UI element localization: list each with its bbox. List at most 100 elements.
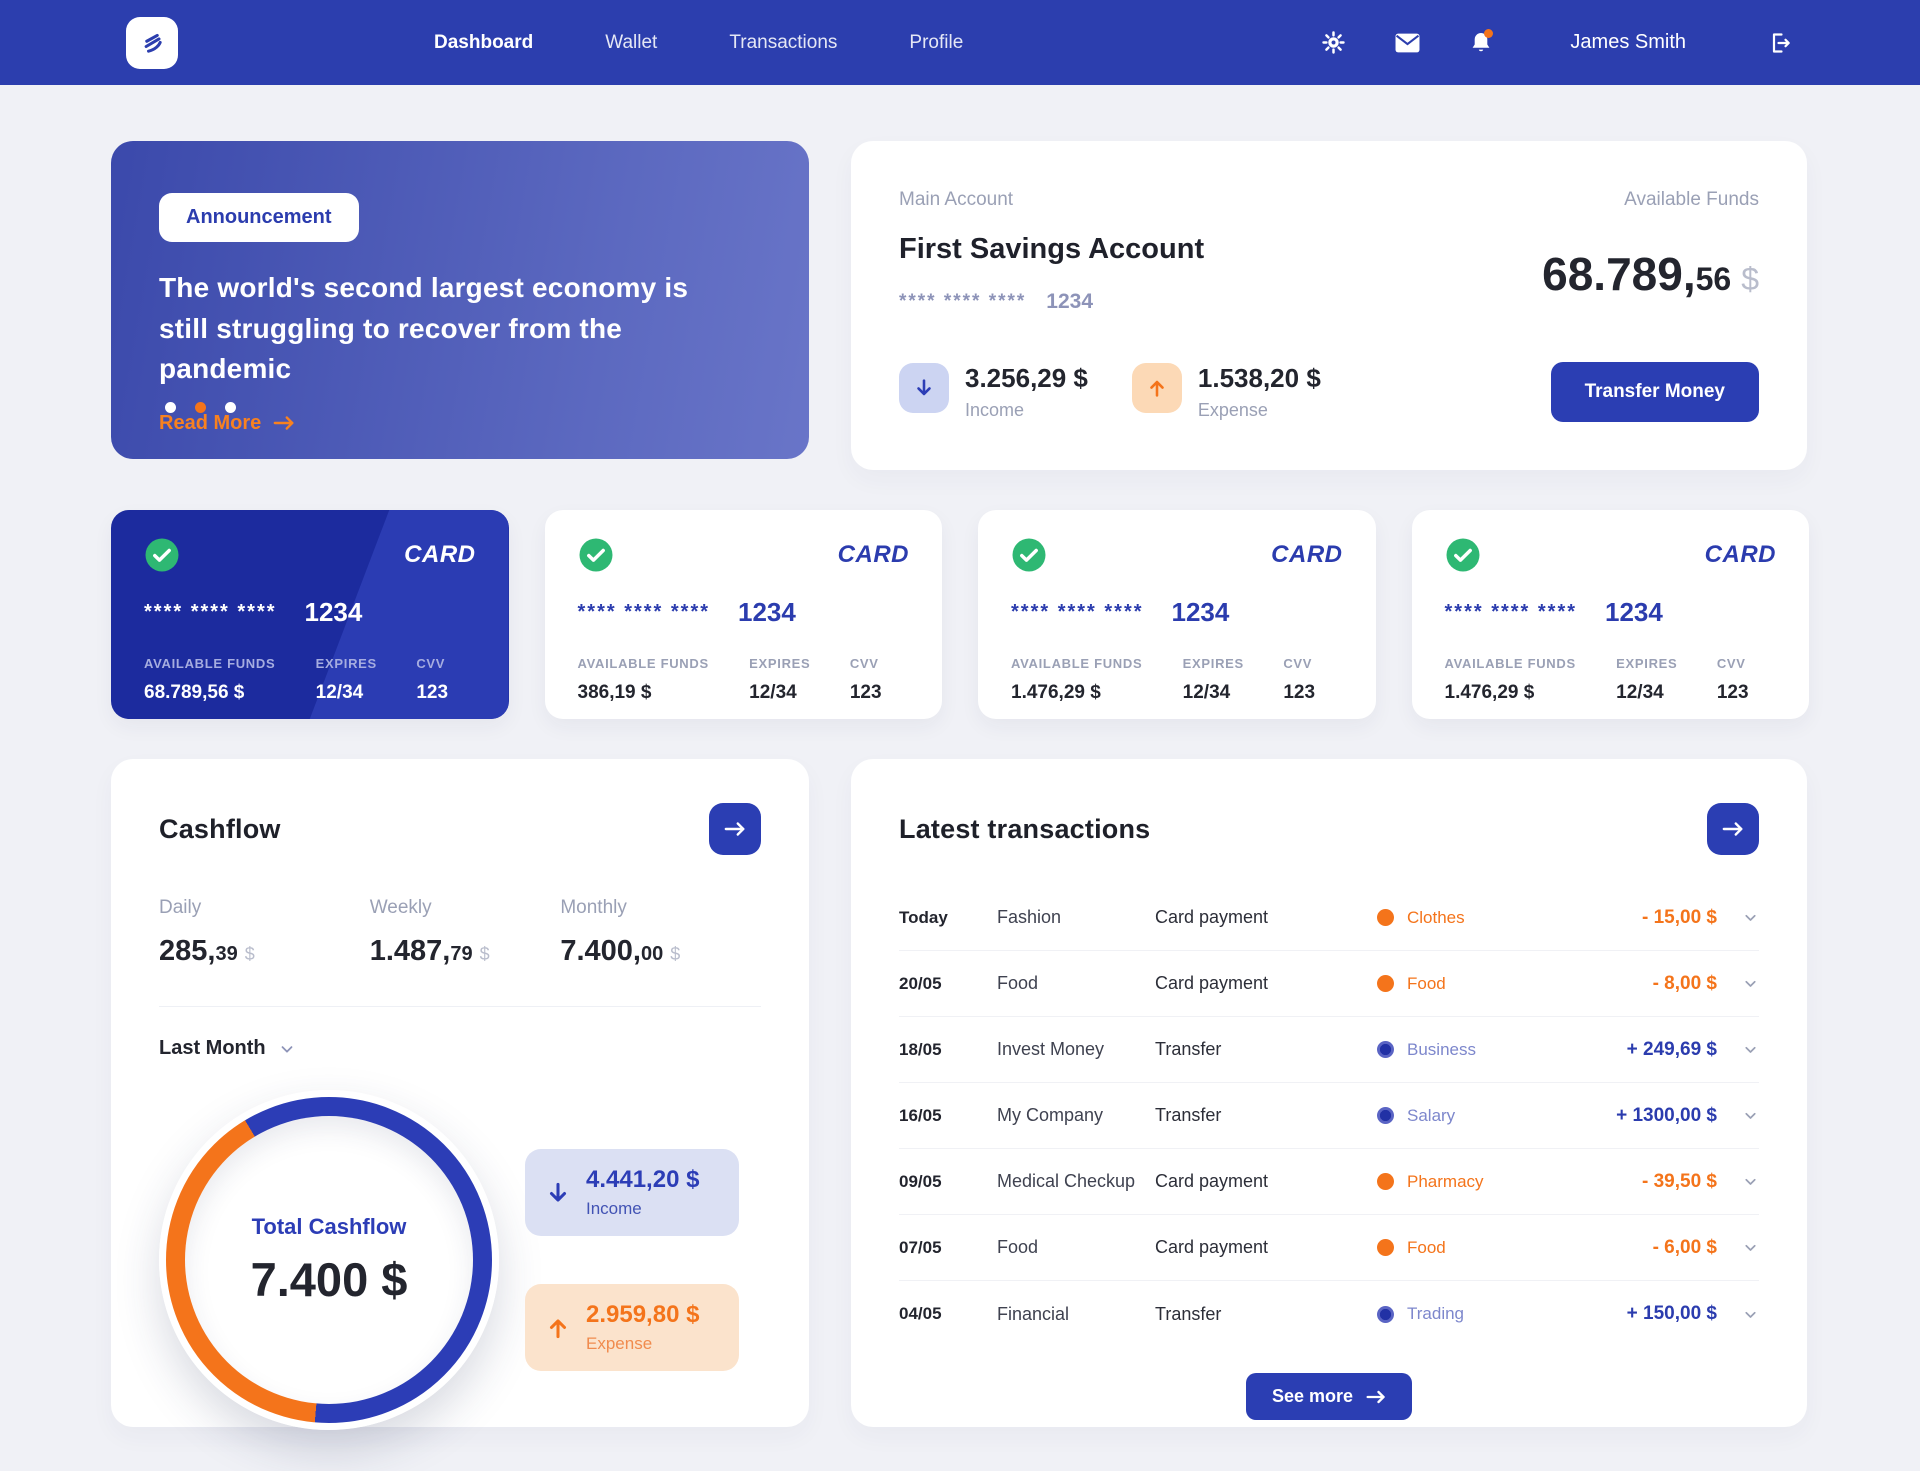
- chevron-down-icon[interactable]: [1742, 1239, 1759, 1256]
- chevron-down-icon[interactable]: [1742, 1107, 1759, 1124]
- transaction-name: Food: [997, 973, 1155, 994]
- transaction-amount: - 39,50 $: [1565, 1171, 1717, 1193]
- read-more-link[interactable]: Read More: [159, 412, 295, 435]
- transactions-details-button[interactable]: [1707, 803, 1759, 855]
- transaction-category: Pharmacy: [1377, 1172, 1565, 1192]
- expense-summary: 1.538,20 $ Expense: [1132, 363, 1321, 421]
- period-value: 285,: [159, 935, 215, 967]
- expense-chip-label: Expense: [586, 1334, 699, 1354]
- filter-label: Last Month: [159, 1037, 266, 1060]
- category-label: Business: [1407, 1040, 1476, 1060]
- cashflow-details-button[interactable]: [709, 803, 761, 855]
- card-last4: 1234: [1605, 597, 1663, 628]
- card-brand: CARD: [404, 541, 475, 569]
- nav-item-dashboard[interactable]: Dashboard: [434, 32, 533, 54]
- transactions-title: Latest transactions: [899, 814, 1150, 845]
- expires-label: EXPIRES: [316, 656, 417, 671]
- chevron-down-icon[interactable]: [1742, 1306, 1759, 1323]
- navbar-right: James Smith: [1272, 31, 1792, 55]
- user-name[interactable]: James Smith: [1570, 31, 1686, 54]
- see-more-button[interactable]: See more: [1246, 1373, 1412, 1420]
- chevron-down-icon[interactable]: [1742, 1173, 1759, 1190]
- chevron-down-icon[interactable]: [1742, 1041, 1759, 1058]
- funds-value: 386,19 $: [578, 682, 750, 704]
- settings-gear-icon[interactable]: [1322, 31, 1345, 54]
- carousel-dot-1[interactable]: [165, 402, 176, 413]
- category-dot: [1377, 1239, 1394, 1256]
- transaction-row[interactable]: Today Fashion Card payment Clothes - 15,…: [899, 885, 1759, 951]
- period-weekly: Weekly 1.487,79$: [370, 897, 561, 968]
- period-label: Weekly: [370, 897, 561, 919]
- expense-label: Expense: [1198, 400, 1321, 421]
- transaction-row[interactable]: 07/05 Food Card payment Food - 6,00 $: [899, 1215, 1759, 1281]
- cvv-value: 123: [1283, 682, 1342, 704]
- chevron-down-icon[interactable]: [1742, 975, 1759, 992]
- funds-label: AVAILABLE FUNDS: [1011, 656, 1183, 671]
- category-dot: [1377, 1107, 1394, 1124]
- transaction-row[interactable]: 04/05 Financial Transfer Trading + 150,0…: [899, 1281, 1759, 1347]
- logout-icon[interactable]: [1768, 31, 1792, 55]
- category-dot: [1377, 909, 1394, 926]
- income-arrow-down-icon: [899, 363, 949, 413]
- chevron-down-icon: [278, 1040, 296, 1058]
- transaction-row[interactable]: 09/05 Medical Checkup Card payment Pharm…: [899, 1149, 1759, 1215]
- period-filter-dropdown[interactable]: Last Month: [159, 1037, 296, 1060]
- period-fraction: 79: [450, 943, 472, 965]
- transaction-category: Food: [1377, 1238, 1565, 1258]
- transaction-name: Medical Checkup: [997, 1171, 1155, 1192]
- transaction-name: Financial: [997, 1304, 1155, 1325]
- expires-label: EXPIRES: [749, 656, 850, 671]
- verified-check-icon: [144, 537, 180, 573]
- transaction-row[interactable]: 18/05 Invest Money Transfer Business + 2…: [899, 1017, 1759, 1083]
- bank-card[interactable]: CARD **** **** **** 1234 AVAILABLE FUNDS…: [1412, 510, 1810, 719]
- transaction-row[interactable]: 20/05 Food Card payment Food - 8,00 $: [899, 951, 1759, 1017]
- carousel-dot-3[interactable]: [225, 402, 236, 413]
- period-label: Daily: [159, 897, 370, 919]
- card-last4: 1234: [1172, 597, 1230, 628]
- bank-card-active[interactable]: CARD **** **** **** 1234 AVAILABLE FUNDS…: [111, 510, 509, 719]
- brand-logo[interactable]: [126, 17, 178, 69]
- category-dot: [1377, 1041, 1394, 1058]
- donut-center-value: 7.400 $: [251, 1252, 408, 1307]
- transaction-type: Card payment: [1155, 973, 1377, 994]
- cashflow-donut-chart: Total Cashflow 7.400 $: [159, 1090, 499, 1430]
- card-last4: 1234: [738, 597, 796, 628]
- funds-label: AVAILABLE FUNDS: [1445, 656, 1617, 671]
- balance-integer: 68.789,: [1542, 248, 1695, 300]
- mail-icon[interactable]: [1395, 33, 1420, 53]
- verified-check-icon: [1011, 537, 1047, 573]
- income-chip-label: Income: [586, 1199, 699, 1219]
- expense-arrow-up-icon: [1132, 363, 1182, 413]
- chevron-down-icon[interactable]: [1742, 909, 1759, 926]
- period-value: 7.400,: [560, 935, 641, 967]
- transaction-row[interactable]: 16/05 My Company Transfer Salary + 1300,…: [899, 1083, 1759, 1149]
- nav-item-transactions[interactable]: Transactions: [729, 32, 837, 54]
- transaction-category: Salary: [1377, 1106, 1565, 1126]
- donut-center-label: Total Cashflow: [252, 1214, 407, 1240]
- transfer-money-button[interactable]: Transfer Money: [1551, 362, 1759, 422]
- notification-badge: [1484, 29, 1493, 38]
- transaction-name: Food: [997, 1237, 1155, 1258]
- bottom-row: Cashflow Daily 285,39$ Weekly 1.487,79$: [111, 759, 1809, 1427]
- cashflow-title: Cashflow: [159, 814, 281, 845]
- cvv-label: CVV: [1717, 656, 1776, 671]
- read-more-label: Read More: [159, 412, 261, 435]
- category-label: Clothes: [1407, 908, 1465, 928]
- cvv-value: 123: [416, 682, 475, 704]
- notifications-bell-icon[interactable]: [1470, 31, 1492, 55]
- card-last4: 1234: [305, 597, 363, 628]
- bank-card[interactable]: CARD **** **** **** 1234 AVAILABLE FUNDS…: [545, 510, 943, 719]
- nav-item-profile[interactable]: Profile: [909, 32, 963, 54]
- transaction-date: Today: [899, 908, 997, 928]
- transaction-amount: - 8,00 $: [1565, 973, 1717, 995]
- verified-check-icon: [1445, 537, 1481, 573]
- card-mask: **** **** ****: [1445, 601, 1578, 624]
- bank-card[interactable]: CARD **** **** **** 1234 AVAILABLE FUNDS…: [978, 510, 1376, 719]
- transaction-date: 20/05: [899, 974, 997, 994]
- category-label: Food: [1407, 974, 1446, 994]
- cvv-label: CVV: [1283, 656, 1342, 671]
- carousel-dot-2-active[interactable]: [195, 402, 206, 413]
- nav-item-wallet[interactable]: Wallet: [605, 32, 657, 54]
- income-label: Income: [965, 400, 1088, 421]
- available-funds-label: Available Funds: [1624, 189, 1759, 211]
